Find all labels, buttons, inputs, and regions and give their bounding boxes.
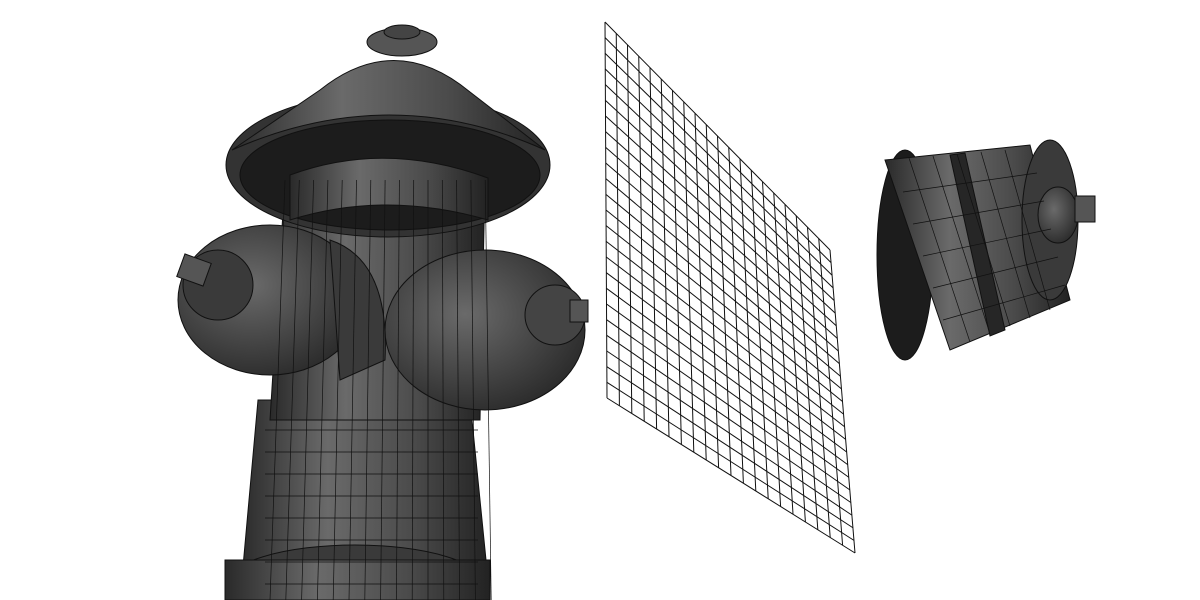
grid-line-horizontal — [606, 334, 852, 503]
grid-line-horizontal — [605, 225, 844, 415]
grid-line-horizontal — [606, 319, 851, 491]
grid-line-horizontal — [604, 52, 833, 276]
grid-line-horizontal — [606, 272, 847, 453]
nozzle-cap-model — [876, 139, 1096, 361]
grid-line-horizontal — [605, 162, 840, 365]
grid-line-horizontal — [604, 21, 831, 251]
grid-line-horizontal — [604, 37, 832, 263]
grid-line-horizontal — [606, 350, 853, 516]
grid-line-horizontal — [605, 256, 846, 440]
grid-line-horizontal — [606, 366, 854, 529]
grid-line-horizontal — [605, 131, 838, 339]
grid-line-horizontal — [604, 68, 834, 289]
grid-line-horizontal — [606, 397, 856, 554]
wireframe-grid-plane — [604, 21, 856, 554]
grid-line-horizontal — [605, 240, 845, 428]
grid-line-horizontal — [605, 146, 839, 352]
render-viewport — [176, 21, 1096, 600]
fire-hydrant-model — [176, 24, 589, 600]
